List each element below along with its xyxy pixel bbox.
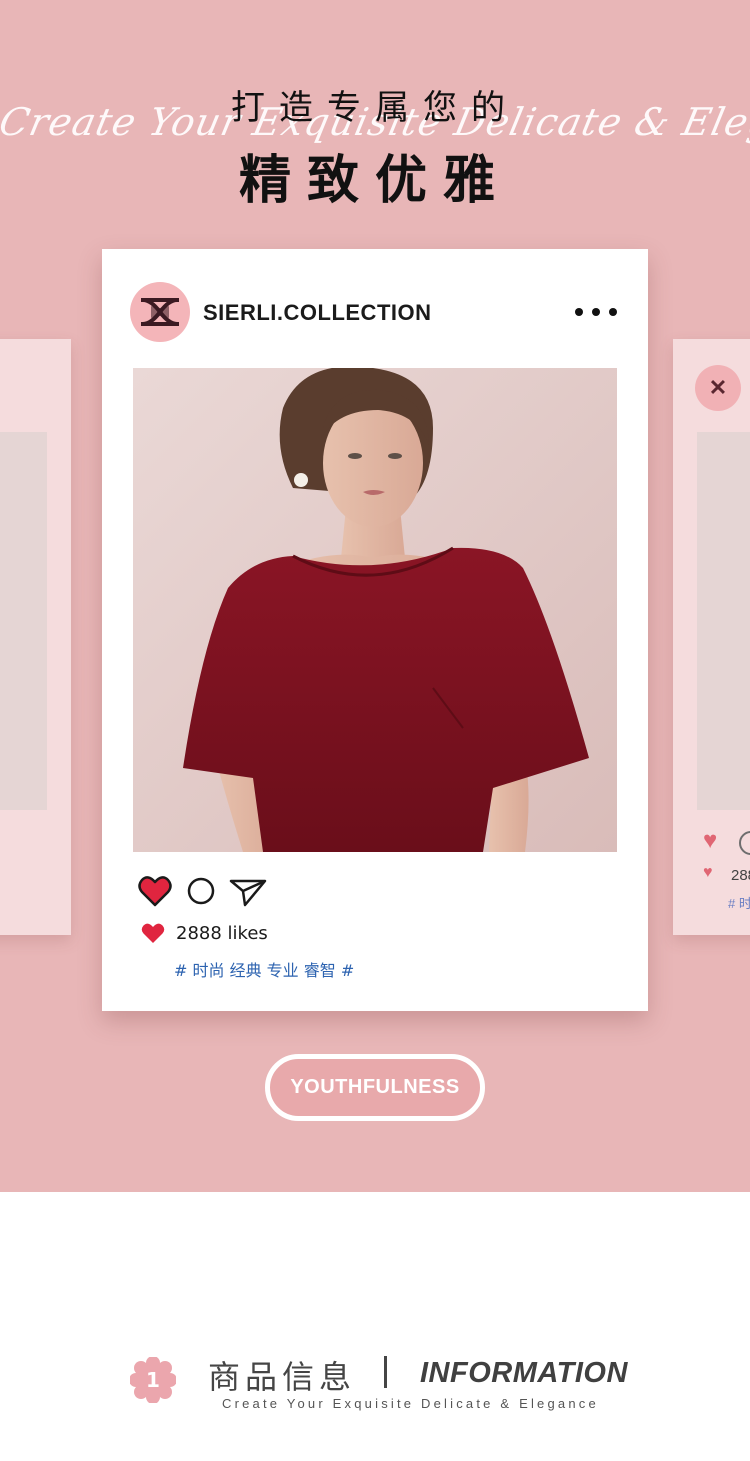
side-card-right[interactable]: ✕ ♥ ♥ 288 # 时 <box>673 339 750 935</box>
side-hashtags: # 时 <box>728 896 750 911</box>
send-icon[interactable] <box>229 877 267 907</box>
side-likes-count: 288 <box>731 867 750 884</box>
side-likes-heart-icon: ♥ <box>703 864 713 881</box>
comment-circle-icon[interactable] <box>187 877 215 905</box>
youthfulness-button[interactable]: YOUTHFULNESS <box>265 1054 485 1121</box>
section-title-cn: 商品信息 <box>208 1358 357 1396</box>
dot <box>592 308 600 316</box>
hero-title-line1: 打造专属您的 <box>231 88 519 128</box>
side-card-logo-icon: ✕ <box>695 365 741 411</box>
likes-heart-icon <box>141 923 165 943</box>
side-heart-icon: ♥ <box>703 827 718 854</box>
model-dress-illustration <box>133 368 617 852</box>
side-card-photo <box>697 432 750 810</box>
heart-icon[interactable] <box>138 875 172 907</box>
badge-number: 1 <box>146 1368 160 1392</box>
likes-count[interactable]: 2888 likes <box>176 923 268 944</box>
hero-title-line2: 精致优雅 <box>238 151 511 211</box>
more-dots-icon[interactable] <box>575 304 617 320</box>
post-card: SIERLI.COLLECTION 2888 likes # 时尚 经典 专业 … <box>102 249 648 1011</box>
flower-number-badge-icon: 1 <box>130 1357 176 1403</box>
post-hashtags[interactable]: # 时尚 经典 专业 睿智 # <box>174 957 354 981</box>
dot <box>575 308 583 316</box>
section-title-en: INFORMATION <box>420 1357 628 1389</box>
side-card-photo <box>0 432 47 810</box>
account-name[interactable]: SIERLI.COLLECTION <box>203 300 432 326</box>
side-comment-icon <box>739 831 750 855</box>
dot <box>609 308 617 316</box>
side-card-left[interactable] <box>0 339 71 935</box>
brand-monogram-icon[interactable] <box>130 282 190 342</box>
post-photo[interactable] <box>133 368 617 852</box>
section-subtitle: Create Your Exquisite Delicate & Eleganc… <box>222 1396 599 1411</box>
avatar-logo-svg <box>141 298 179 326</box>
hero-section: Create Your Exquisite Delicate & Eleganc… <box>0 0 750 1192</box>
section-divider <box>384 1356 387 1388</box>
